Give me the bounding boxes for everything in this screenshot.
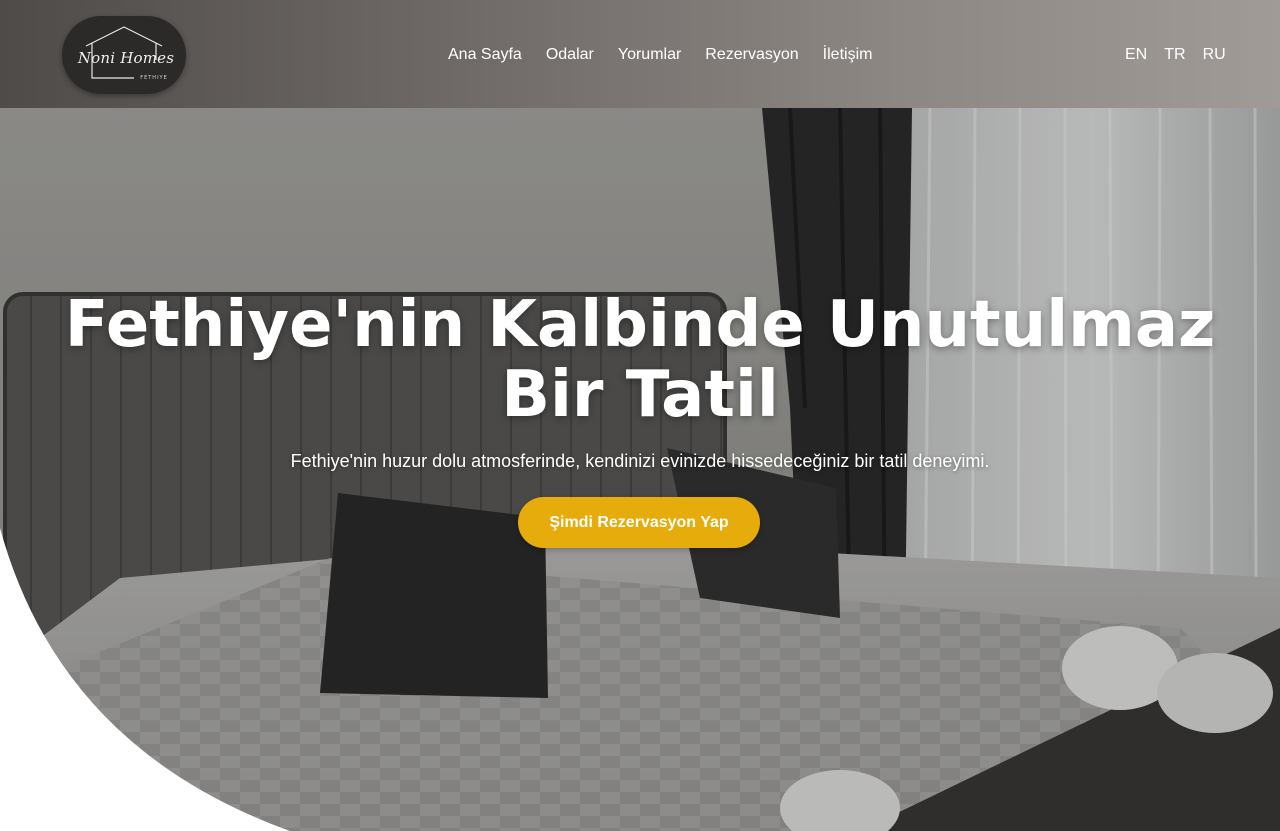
hero-title: Fethiye'nin Kalbinde Unutulmaz Bir Tatil (40, 290, 1240, 430)
logo[interactable]: Noni Homes FETHIYE (62, 16, 186, 94)
nav-link-reviews[interactable]: Yorumlar (618, 44, 681, 66)
nav-link-home[interactable]: Ana Sayfa (448, 44, 522, 66)
main-nav: Ana Sayfa Odalar Yorumlar Rezervasyon İl… (448, 44, 872, 66)
nav-link-reservation[interactable]: Rezervasyon (705, 44, 798, 66)
page: Noni Homes FETHIYE Ana Sayfa Odalar Yoru… (0, 0, 1280, 831)
lang-tr[interactable]: TR (1164, 44, 1185, 66)
nav-link-rooms[interactable]: Odalar (546, 44, 594, 66)
book-now-button[interactable]: Şimdi Rezervasyon Yap (518, 497, 760, 548)
hero-section: Fethiye'nin Kalbinde Unutulmaz Bir Tatil… (0, 108, 1280, 831)
site-header: Noni Homes FETHIYE Ana Sayfa Odalar Yoru… (0, 0, 1280, 108)
lang-ru[interactable]: RU (1203, 44, 1226, 66)
hero-title-line2: Bir Tatil (501, 358, 779, 432)
hero-title-line1: Fethiye'nin Kalbinde Unutulmaz (64, 288, 1216, 362)
logo-location-text: FETHIYE (140, 75, 168, 81)
lang-en[interactable]: EN (1125, 44, 1147, 66)
nav-link-contact[interactable]: İletişim (823, 44, 873, 66)
hero-subtitle: Fethiye'nin huzur dolu atmosferinde, ken… (290, 451, 990, 471)
logo-brand-text: Noni Homes (77, 49, 175, 67)
language-switcher: EN TR RU (1125, 44, 1226, 66)
